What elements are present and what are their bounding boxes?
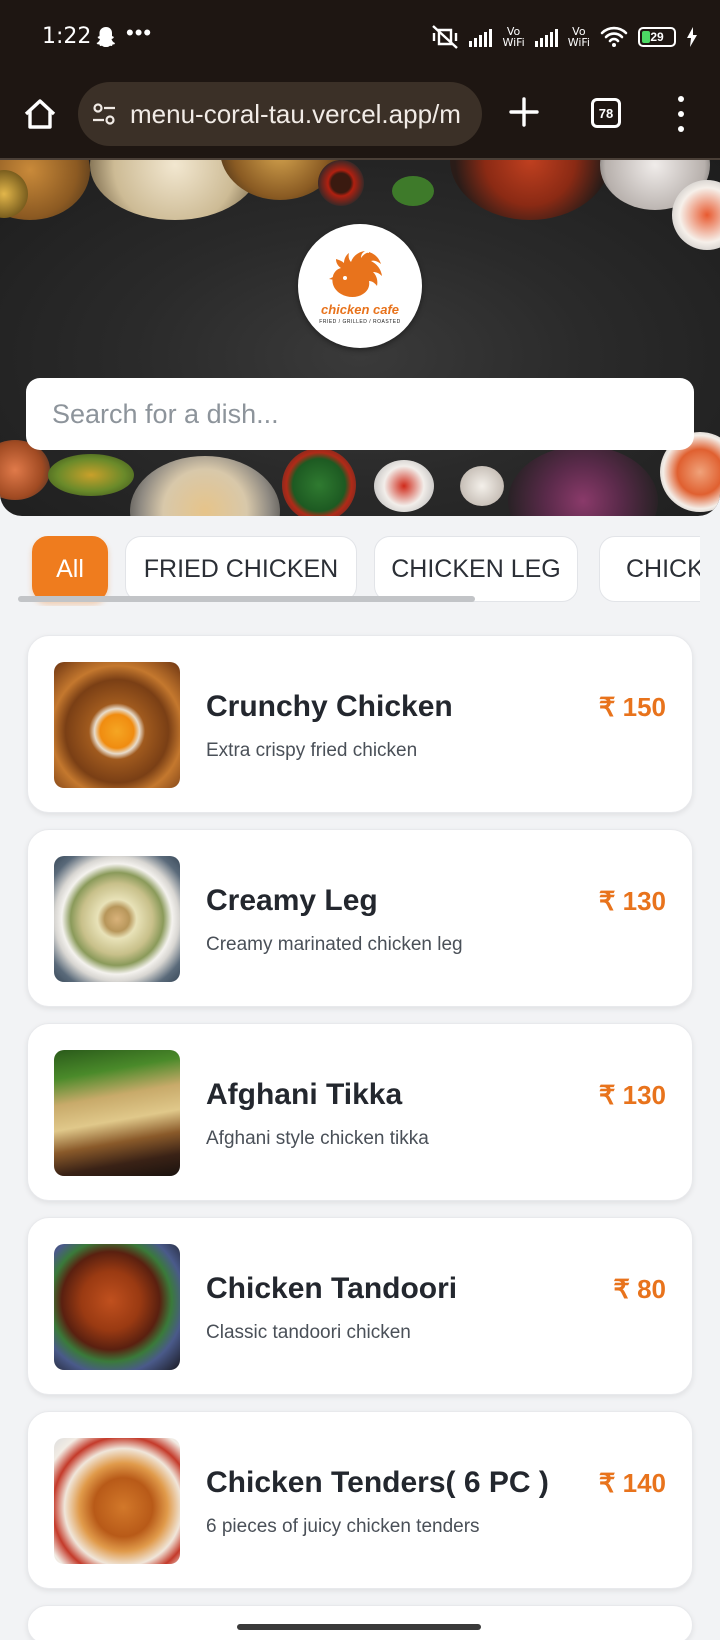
vowifi-icon: Vo WiFi	[502, 25, 525, 49]
menu-item-description: Extra crispy fried chicken	[206, 740, 418, 761]
more-vert-icon[interactable]	[670, 96, 692, 132]
menu-item-price: ₹ 80	[613, 1274, 666, 1304]
menu-item-price: ₹ 140	[598, 1468, 666, 1498]
signal-icon-2	[534, 27, 558, 47]
menu-item-price: ₹ 150	[598, 692, 666, 722]
home-indicator[interactable]	[237, 1624, 481, 1630]
tune-icon[interactable]	[90, 100, 118, 128]
menu-item-card[interactable]: Crunchy Chicken Extra crispy fried chick…	[27, 635, 693, 813]
charging-icon	[687, 27, 697, 47]
status-bar: 1:22 ••• Vo WiFi Vo WiFi 29	[0, 0, 720, 78]
menu-item-name: Afghani Tikka	[206, 1078, 403, 1111]
status-icons: Vo WiFi Vo WiFi 29	[431, 24, 698, 50]
battery-icon: 29	[638, 27, 676, 47]
menu-item-name: Creamy Leg	[206, 884, 378, 917]
menu-item-description: Afghani style chicken tikka	[206, 1128, 429, 1149]
home-icon[interactable]	[20, 94, 60, 134]
menu-item-name: Chicken Tenders( 6 PC )	[206, 1466, 549, 1499]
food-decoration	[392, 176, 434, 206]
food-decoration	[282, 448, 356, 516]
menu-item-name: Crunchy Chicken	[206, 690, 453, 723]
food-decoration	[318, 160, 364, 206]
rooster-logo-icon	[329, 250, 382, 297]
menu-item-description: Creamy marinated chicken leg	[206, 934, 463, 955]
menu-item-price: ₹ 130	[598, 1080, 666, 1110]
menu-item-description: Classic tandoori chicken	[206, 1322, 411, 1343]
category-chip-chicken-leg[interactable]: CHICKEN LEG	[374, 536, 578, 602]
cafe-logo: chicken cafe FRIED / GRILLED / ROASTED	[298, 224, 422, 348]
logo-text: chicken cafe	[320, 301, 400, 317]
status-time: 1:22	[42, 24, 92, 49]
menu-item-price: ₹ 130	[598, 886, 666, 916]
tab-counter-icon[interactable]: 78	[591, 98, 621, 128]
menu-item-card-partial[interactable]	[27, 1605, 693, 1640]
menu-item-description: 6 pieces of juicy chicken tenders	[206, 1516, 480, 1537]
menu-item-card[interactable]: Chicken Tandoori Classic tandoori chicke…	[27, 1217, 693, 1395]
menu-item-image	[54, 856, 180, 982]
address-bar[interactable]: menu-coral-tau.vercel.app/m	[78, 82, 482, 146]
vowifi-icon-2: Vo WiFi	[567, 25, 590, 49]
menu-item-image	[54, 1438, 180, 1564]
menu-item-card[interactable]: Chicken Tenders( 6 PC ) 6 pieces of juic…	[27, 1411, 693, 1589]
menu-item-image	[54, 662, 180, 788]
hero-banner: chicken cafe FRIED / GRILLED / ROASTED	[0, 160, 720, 516]
status-more-icon: •••	[126, 20, 153, 45]
food-decoration	[48, 454, 134, 496]
food-decoration	[450, 160, 610, 220]
menu-item-image	[54, 1244, 180, 1370]
category-chip-fried-chicken[interactable]: FRIED CHICKEN	[125, 536, 357, 602]
snapchat-ghost-icon	[96, 27, 115, 47]
wifi-icon	[600, 26, 628, 47]
plus-icon[interactable]	[504, 92, 544, 132]
menu-item-name: Chicken Tandoori	[206, 1272, 458, 1305]
signal-icon	[469, 27, 493, 47]
menu-item-card[interactable]: Afghani Tikka Afghani style chicken tikk…	[27, 1023, 693, 1201]
category-scrollbar[interactable]	[18, 596, 475, 602]
browser-toolbar: menu-coral-tau.vercel.app/m 78	[0, 78, 720, 158]
food-decoration	[374, 460, 434, 512]
vibrate-muted-icon	[432, 25, 459, 49]
logo-subtext: FRIED / GRILLED / ROASTED	[319, 318, 401, 325]
url-text[interactable]: menu-coral-tau.vercel.app/m	[130, 99, 461, 130]
food-decoration	[130, 456, 280, 516]
menu-item-card[interactable]: Creamy Leg Creamy marinated chicken leg …	[27, 829, 693, 1007]
category-chip-all[interactable]: All	[32, 536, 108, 602]
search-input[interactable]	[26, 378, 694, 450]
food-decoration	[508, 446, 658, 516]
category-chip-chicken[interactable]: CHICK	[599, 536, 700, 602]
food-decoration	[460, 466, 504, 506]
menu-item-image	[54, 1050, 180, 1176]
